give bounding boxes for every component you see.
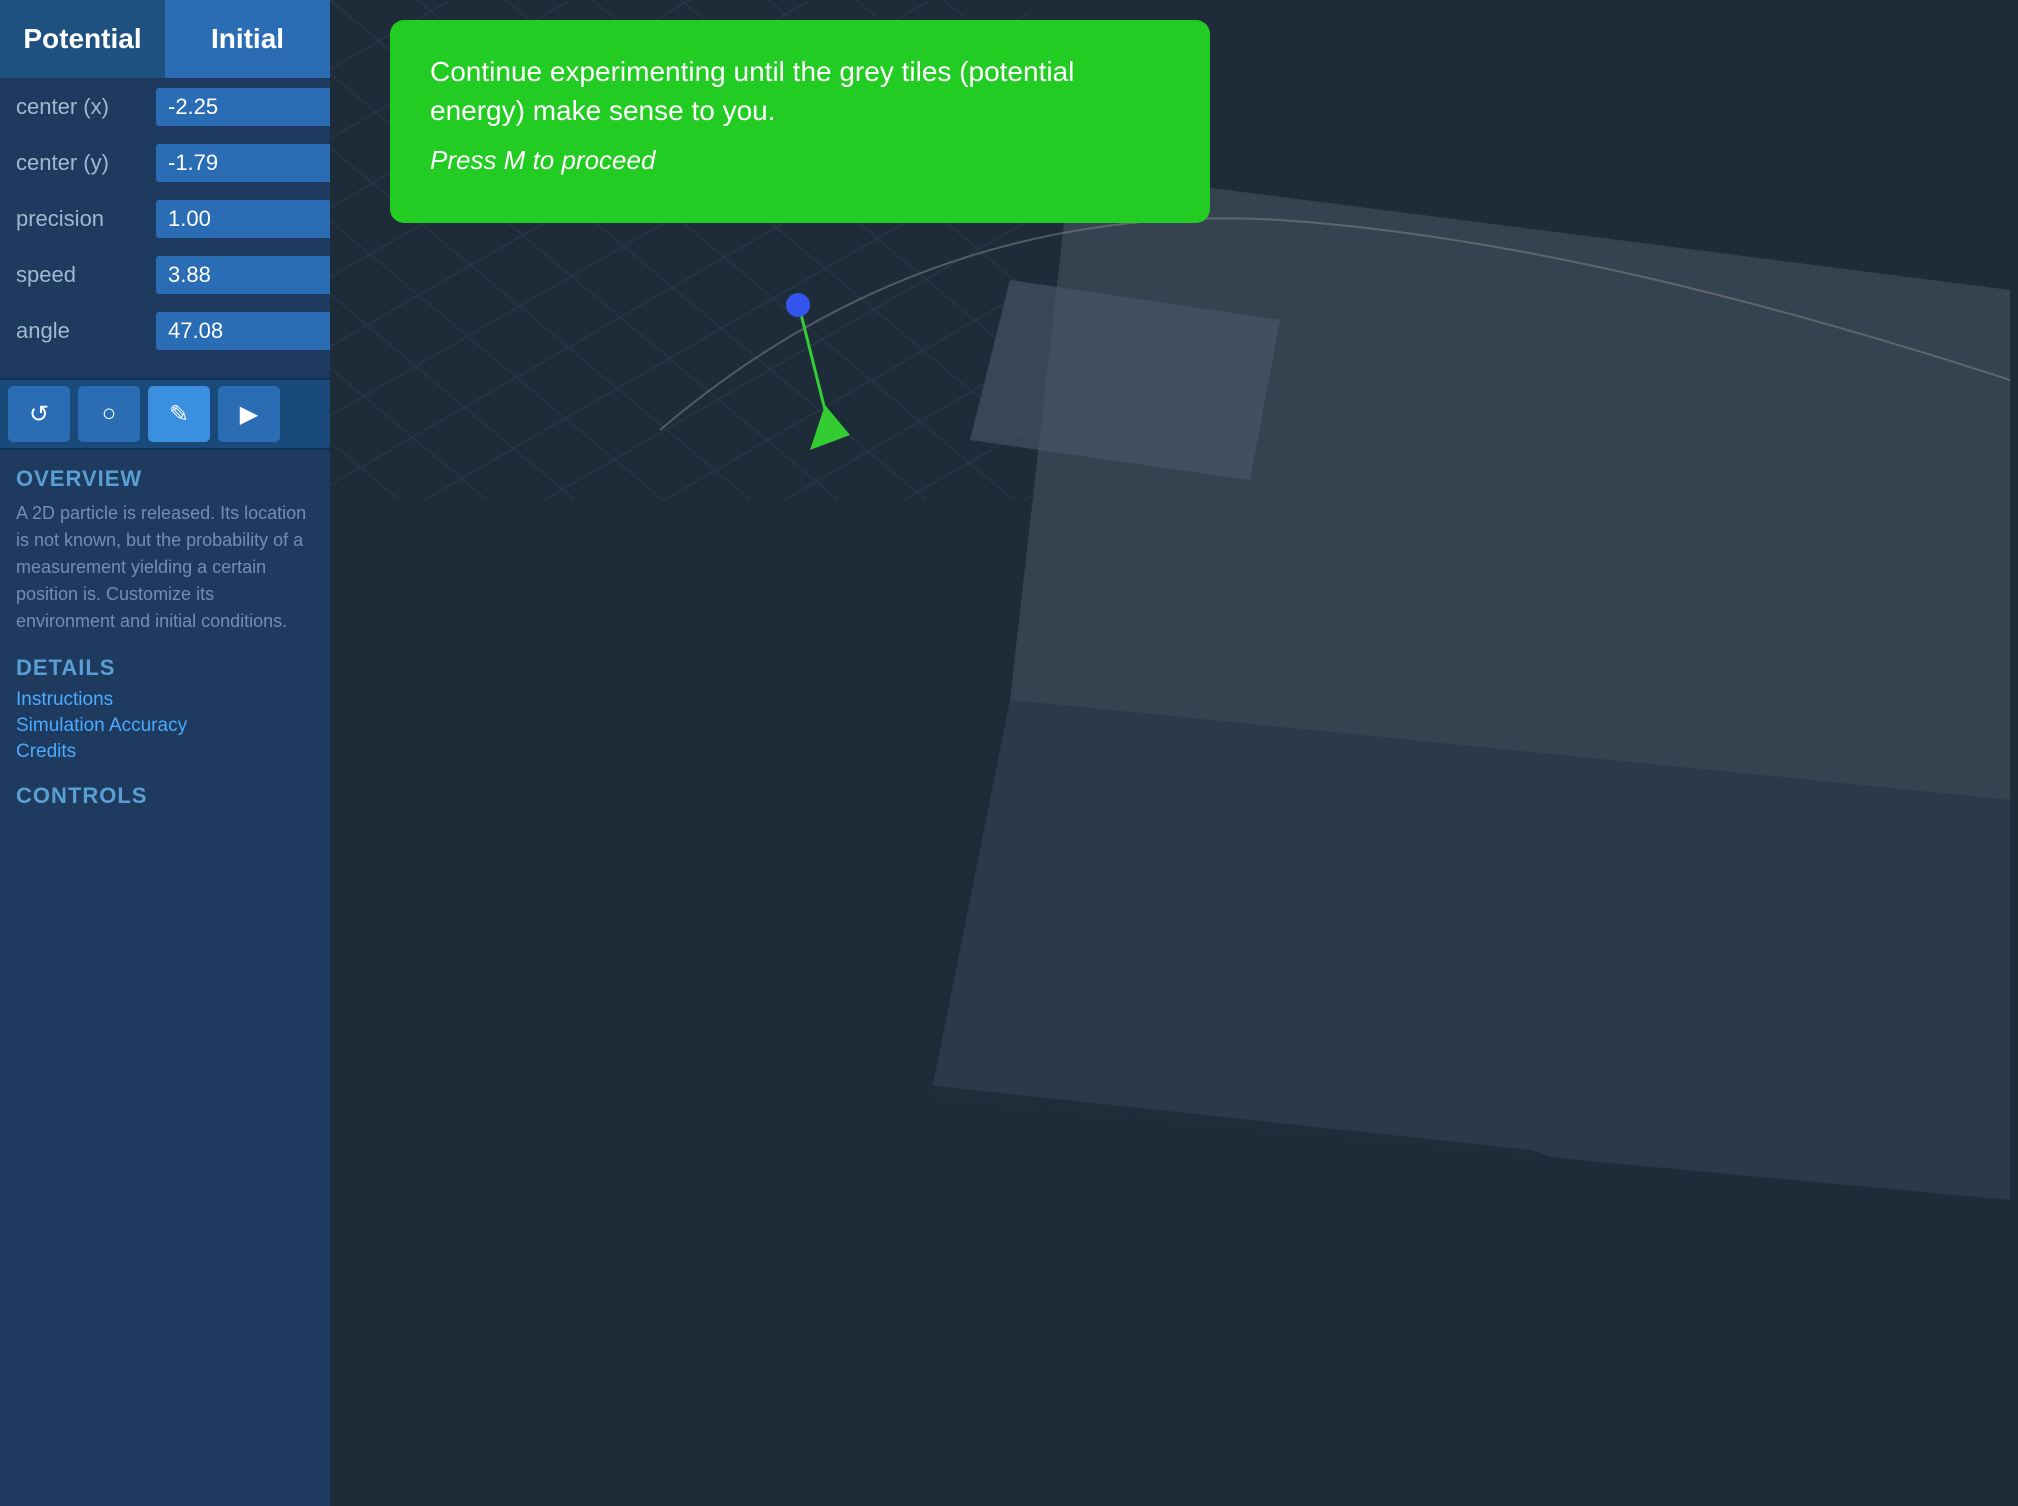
field-row-angle: angle (16, 312, 314, 350)
controls-bar: ↺○✎▶ (0, 378, 330, 450)
field-row-center-x: center (x) (16, 88, 314, 126)
tab-initial[interactable]: Initial (165, 0, 330, 78)
field-label-center-y: center (y) (16, 150, 156, 176)
info-section: OVERVIEW A 2D particle is released. Its … (0, 450, 330, 1506)
main-area: Continue experimenting until the grey ti… (330, 0, 2018, 1506)
reset-btn[interactable]: ↺ (8, 386, 70, 442)
scene-canvas (330, 0, 2018, 1506)
details-links: Instructions Simulation Accuracy Credits (16, 689, 314, 763)
controls-title: CONTROLS (16, 783, 314, 809)
link-credits[interactable]: Credits (16, 741, 314, 763)
circle-btn[interactable]: ○ (78, 386, 140, 442)
press-hint: Press M to proceed (430, 142, 1170, 178)
left-panel: Potential Initial center (x) center (y) pr… (0, 0, 330, 1506)
field-row-center-y: center (y) (16, 144, 314, 182)
tab-potential[interactable]: Potential (0, 0, 165, 78)
details-title: DETAILS (16, 655, 314, 681)
tab-header: Potential Initial (0, 0, 330, 78)
fields-section: center (x) center (y) precision speed angle (0, 78, 330, 378)
link-simulation-accuracy[interactable]: Simulation Accuracy (16, 715, 314, 737)
field-label-center-x: center (x) (16, 94, 156, 120)
field-row-speed: speed (16, 256, 314, 294)
field-label-precision: precision (16, 206, 156, 232)
overview-title: OVERVIEW (16, 466, 314, 492)
play-btn[interactable]: ▶ (218, 386, 280, 442)
field-label-angle: angle (16, 318, 156, 344)
notification-main-text: Continue experimenting until the grey ti… (430, 52, 1170, 130)
edit-btn[interactable]: ✎ (148, 386, 210, 442)
overview-text: A 2D particle is released. Its location … (16, 500, 314, 635)
notification-box: Continue experimenting until the grey ti… (390, 20, 1210, 223)
field-row-precision: precision (16, 200, 314, 238)
link-instructions[interactable]: Instructions (16, 689, 314, 711)
field-label-speed: speed (16, 262, 156, 288)
